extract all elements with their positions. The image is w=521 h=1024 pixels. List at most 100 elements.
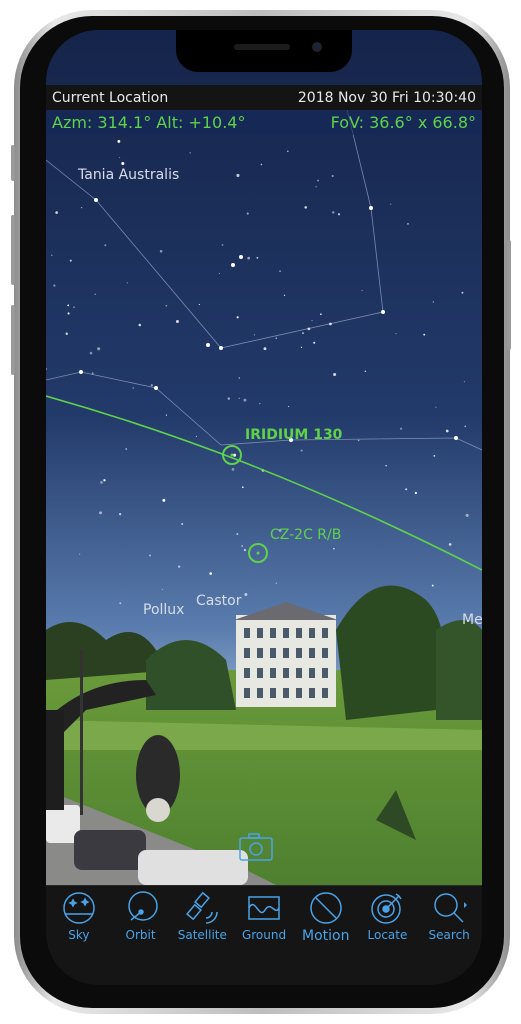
target-dart-icon (371, 893, 403, 924)
star (236, 316, 239, 319)
star (333, 372, 337, 376)
tool-orbit[interactable]: Orbit (110, 890, 172, 985)
building-window (283, 648, 289, 658)
star (275, 337, 277, 339)
star (275, 582, 277, 584)
sky-view[interactable] (46, 30, 482, 885)
building-window (309, 628, 315, 638)
star (389, 203, 392, 205)
tool-locate[interactable]: Locate (357, 890, 419, 985)
star (236, 533, 239, 536)
tool-satellite[interactable]: Satellite (171, 890, 233, 985)
satellite-label-iridium-130[interactable]: IRIDIUM 130 (245, 427, 342, 443)
star-label-cut-off[interactable]: Me (462, 612, 482, 628)
star (231, 468, 235, 471)
star (259, 402, 261, 405)
building-window (309, 648, 315, 658)
star (239, 255, 243, 259)
building-window (322, 628, 328, 638)
star (67, 312, 70, 315)
star (332, 211, 335, 214)
star (364, 370, 367, 373)
star (99, 511, 103, 515)
star (97, 347, 101, 351)
star (400, 427, 403, 430)
star (307, 327, 311, 331)
star (302, 332, 304, 334)
star (227, 397, 231, 400)
star (218, 272, 220, 274)
star (132, 387, 135, 389)
star (263, 347, 267, 351)
star (432, 301, 435, 303)
star (80, 206, 83, 209)
field-of-view: FoV: 36.6° x 66.8° (330, 113, 476, 132)
tool-sky[interactable]: Sky (48, 890, 110, 985)
star (198, 303, 200, 306)
building-window (309, 668, 315, 678)
star (119, 602, 122, 605)
star (435, 406, 437, 408)
star (337, 213, 341, 216)
star (206, 343, 210, 347)
building-window (244, 668, 250, 678)
star (138, 323, 142, 327)
star (433, 454, 436, 457)
bottom-toolbar: Sky Orbit Satellite Ground Motion Locate… (46, 885, 482, 985)
star (209, 572, 213, 575)
star (369, 206, 373, 210)
volume-up-button (11, 215, 15, 285)
star (73, 306, 75, 308)
satellite-label-cz-2c[interactable]: CZ-2C R/B (270, 527, 341, 543)
building-window (257, 628, 263, 638)
location-text[interactable]: Current Location (52, 90, 168, 106)
notch (176, 30, 352, 72)
star (195, 435, 198, 437)
building-window (322, 688, 328, 698)
star (300, 346, 302, 348)
star (286, 150, 289, 153)
building-window (296, 628, 302, 638)
building-window (296, 688, 302, 698)
star (236, 173, 240, 178)
star (117, 139, 121, 143)
star (313, 341, 316, 344)
datetime-text[interactable]: 2018 Nov 30 Fri 10:30:40 (298, 90, 476, 106)
tool-motion[interactable]: Motion (295, 890, 357, 985)
star (287, 405, 290, 408)
orbit-icon (127, 891, 158, 921)
star-label-pollux[interactable]: Pollux (143, 602, 184, 618)
star (448, 543, 452, 546)
star (219, 346, 223, 350)
star (51, 254, 53, 256)
star (165, 304, 168, 307)
building-window (296, 648, 302, 658)
star (247, 256, 251, 260)
star (331, 174, 334, 178)
star (381, 310, 385, 314)
star (385, 465, 387, 467)
power-button (507, 240, 511, 350)
star (79, 370, 83, 374)
star-label-castor[interactable]: Castor (196, 593, 241, 609)
star (69, 259, 72, 262)
star (121, 162, 125, 166)
star (464, 425, 467, 428)
building-window (270, 628, 276, 638)
tool-search[interactable]: Search (418, 890, 480, 985)
star (329, 322, 332, 326)
star (79, 553, 81, 555)
star (94, 198, 98, 202)
star (162, 498, 166, 502)
star-label-tania-australis[interactable]: Tania Australis (78, 167, 179, 183)
building-window (244, 648, 250, 658)
tool-ground[interactable]: Ground (233, 890, 295, 985)
star (423, 333, 426, 336)
speaker (234, 44, 290, 50)
star (175, 320, 179, 324)
star (91, 372, 94, 375)
star (253, 334, 255, 336)
star (119, 512, 122, 516)
star (154, 386, 158, 390)
star (315, 186, 317, 188)
